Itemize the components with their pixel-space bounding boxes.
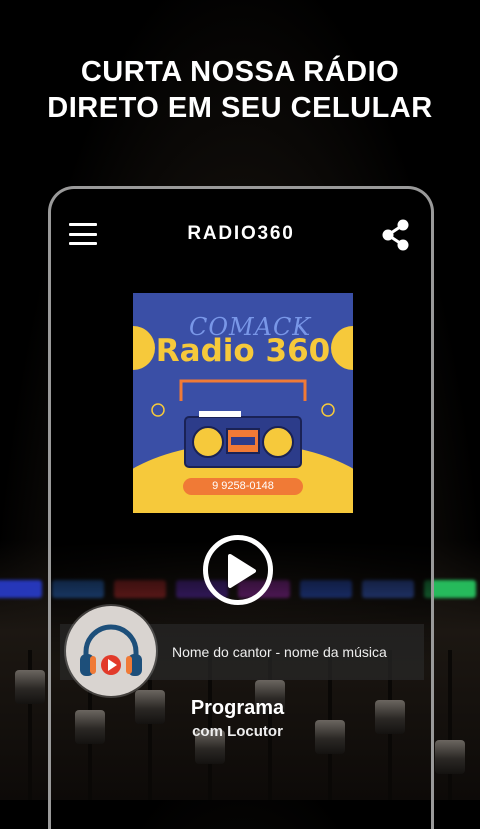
artwork-brand-text: Radio 360: [155, 333, 331, 369]
program-subtitle: com Locutor: [192, 723, 283, 740]
headline-line-1: CURTA NOSSA RÁDIO: [80, 56, 400, 88]
station-artwork: COMACK Radio 360 9 9258-0148: [93, 293, 393, 603]
now-playing-text: Nome do cantor - nome da música: [172, 644, 387, 660]
app-bar: RADIO360: [51, 211, 431, 259]
headphones-play-icon: [66, 606, 156, 696]
program-title: Programa: [190, 697, 285, 719]
artwork-phone-number: 9 9258-0148: [212, 480, 274, 492]
play-icon: [228, 554, 256, 588]
app-title: RADIO360: [187, 223, 295, 244]
artwork-phone-pill: 9 9258-0148: [183, 478, 303, 495]
share-icon[interactable]: [381, 219, 411, 251]
play-button[interactable]: [203, 535, 273, 605]
promo-headline: CURTA NOSSA RÁDIO DIRETO EM SEU CELULAR: [0, 54, 480, 126]
headline-line-2: DIRETO EM SEU CELULAR: [47, 92, 433, 124]
